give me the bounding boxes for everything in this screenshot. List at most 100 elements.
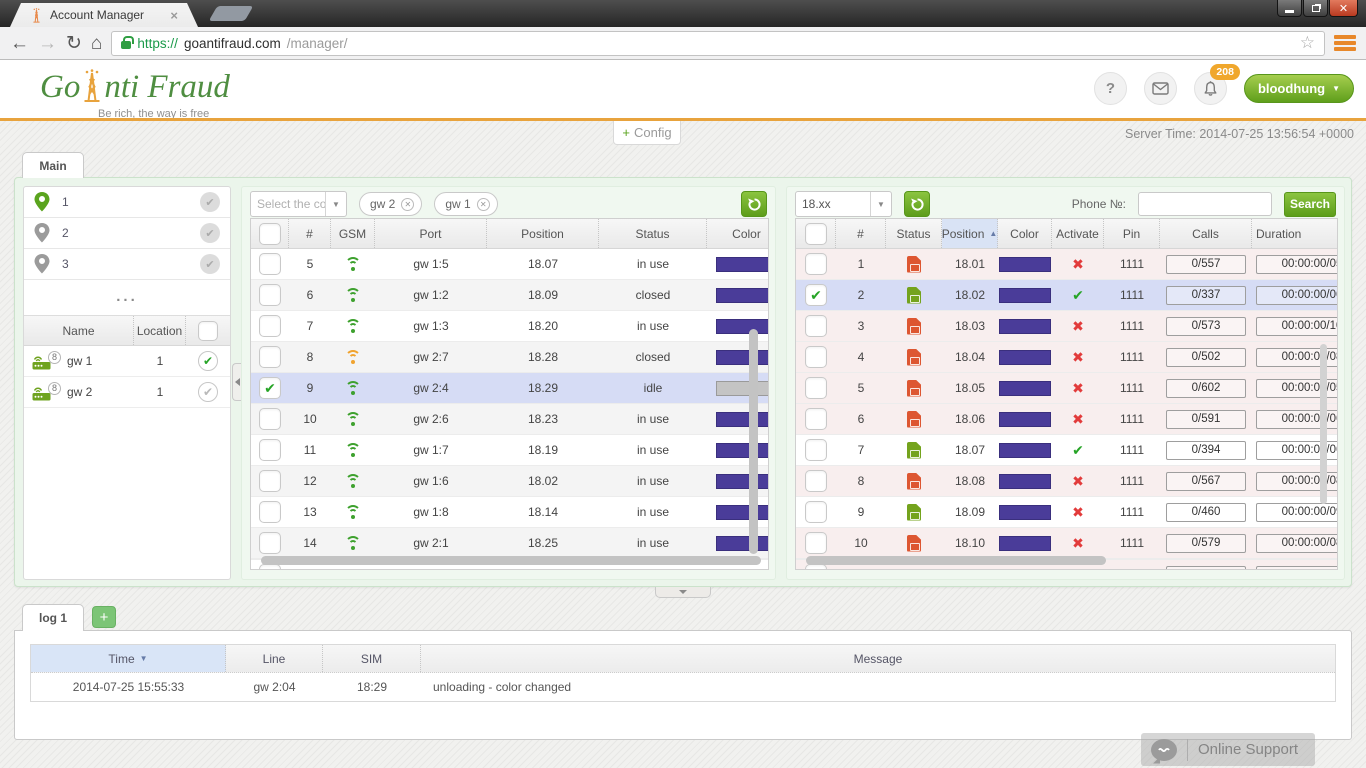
- line-row[interactable]: 11 gw 1:7 18.19 in use: [251, 435, 769, 466]
- reload-icon[interactable]: ↻: [66, 34, 82, 53]
- refresh-sims-button[interactable]: [904, 191, 930, 217]
- column-header-message[interactable]: Message: [421, 645, 1335, 672]
- column-header-activate[interactable]: Activate: [1052, 219, 1104, 248]
- row-checkbox[interactable]: [259, 501, 281, 523]
- vertical-scrollbar[interactable]: [1320, 344, 1327, 504]
- column-header-position-sorted[interactable]: Position: [942, 219, 998, 248]
- refresh-lines-button[interactable]: [741, 191, 767, 217]
- browser-menu-icon[interactable]: [1334, 35, 1356, 51]
- row-checkbox[interactable]: [805, 284, 827, 306]
- location-item[interactable]: 2 ✔: [24, 218, 230, 249]
- activate-icon[interactable]: [1072, 411, 1084, 428]
- row-checkbox[interactable]: [805, 253, 827, 275]
- vertical-scrollbar[interactable]: [749, 329, 758, 554]
- row-checkbox[interactable]: [805, 315, 827, 337]
- line-row[interactable]: 12 gw 1:6 18.02 in use: [251, 466, 769, 497]
- row-checkbox[interactable]: [805, 501, 827, 523]
- activate-icon[interactable]: [1072, 473, 1084, 490]
- back-icon[interactable]: ←: [10, 34, 29, 53]
- row-checkbox[interactable]: [805, 470, 827, 492]
- filter-chip-gw2[interactable]: gw 2 ✕: [359, 192, 422, 216]
- column-header-line[interactable]: Line: [226, 645, 323, 672]
- online-support-button[interactable]: Online Support: [1141, 733, 1315, 766]
- logo[interactable]: Go nti Fraud Be rich, the way is free: [40, 68, 230, 104]
- messages-button[interactable]: [1144, 72, 1177, 105]
- bookmark-star-icon[interactable]: ☆: [1300, 33, 1315, 53]
- window-restore-button[interactable]: [1303, 0, 1328, 17]
- column-header-number[interactable]: #: [289, 219, 331, 248]
- row-checkbox[interactable]: [259, 315, 281, 337]
- sim-row[interactable]: 7 18.07 1111 0/394 00:00:00/06:40: [796, 435, 1338, 466]
- chip-remove-icon[interactable]: ✕: [477, 198, 490, 211]
- sim-row[interactable]: 5 18.05 1111 0/602 00:00:00/05:48: [796, 373, 1338, 404]
- row-checkbox[interactable]: [805, 532, 827, 554]
- row-checkbox[interactable]: [259, 532, 281, 554]
- row-checkbox[interactable]: [805, 377, 827, 399]
- location-item[interactable]: 3 ✔: [24, 249, 230, 280]
- sim-row[interactable]: 3 18.03 1111 0/573 00:00:00/10:14: [796, 311, 1338, 342]
- row-checkbox[interactable]: [259, 346, 281, 368]
- select-all-checkbox[interactable]: [259, 223, 281, 245]
- column-header-calls[interactable]: Calls: [1160, 219, 1252, 248]
- sim-row[interactable]: 4 18.04 1111 0/502 00:00:00/08:31: [796, 342, 1338, 373]
- location-check-icon[interactable]: ✔: [200, 223, 220, 243]
- filter-chip-gw1[interactable]: gw 1 ✕: [434, 192, 497, 216]
- browser-tab[interactable]: Account Manager ×: [10, 3, 198, 27]
- gateway-row[interactable]: 8 gw 2 1 ✔: [24, 377, 230, 408]
- row-checkbox[interactable]: [259, 408, 281, 430]
- row-checkbox[interactable]: [259, 470, 281, 492]
- line-filter-select[interactable]: Select the co ▼: [250, 191, 347, 217]
- column-header-number[interactable]: #: [836, 219, 886, 248]
- select-all-checkbox[interactable]: [198, 321, 218, 341]
- position-filter-select[interactable]: 18.xx ▼: [795, 191, 892, 217]
- column-header-status[interactable]: Status: [599, 219, 707, 248]
- column-header-color[interactable]: Color: [707, 219, 769, 248]
- column-header-pin[interactable]: Pin: [1104, 219, 1160, 248]
- line-row[interactable]: 6 gw 1:2 18.09 closed: [251, 280, 769, 311]
- column-header-name[interactable]: Name: [24, 316, 134, 345]
- column-header-gsm[interactable]: GSM: [331, 219, 375, 248]
- more-locations-button[interactable]: ...: [24, 280, 230, 315]
- sim-row[interactable]: 2 18.02 1111 0/337 00:00:00/06:33: [796, 280, 1338, 311]
- column-header-sim[interactable]: SIM: [323, 645, 421, 672]
- line-row[interactable]: 14 gw 2:1 18.25 in use: [251, 528, 769, 559]
- notifications-button[interactable]: 208: [1194, 72, 1227, 105]
- location-check-icon[interactable]: ✔: [200, 192, 220, 212]
- location-check-icon[interactable]: ✔: [200, 254, 220, 274]
- sim-row[interactable]: 6 18.06 1111 0/591 00:00:00/06:38: [796, 404, 1338, 435]
- address-bar[interactable]: https://goantifraud.com/manager/ ☆: [111, 31, 1325, 56]
- select-all-checkbox[interactable]: [805, 223, 827, 245]
- column-header-time-sorted[interactable]: Time: [31, 645, 226, 672]
- activate-icon[interactable]: [1072, 256, 1084, 273]
- activate-icon[interactable]: [1072, 442, 1084, 459]
- row-checkbox[interactable]: [805, 408, 827, 430]
- user-menu-button[interactable]: bloodhung ▼: [1244, 74, 1354, 103]
- sim-row[interactable]: 8 18.08 1111 0/567 00:00:00/08:17: [796, 466, 1338, 497]
- chip-remove-icon[interactable]: ✕: [401, 198, 414, 211]
- row-checkbox[interactable]: [259, 439, 281, 461]
- location-item[interactable]: 1 ✔: [24, 187, 230, 218]
- sim-row[interactable]: 10 18.10 1111 0/579 00:00:00/08:39: [796, 528, 1338, 559]
- tab-main[interactable]: Main: [22, 152, 84, 178]
- activate-icon[interactable]: [1072, 504, 1084, 521]
- log-row[interactable]: 2014-07-25 15:55:33 gw 2:04 18:29 unload…: [31, 673, 1335, 701]
- row-checkbox[interactable]: [805, 346, 827, 368]
- activate-icon[interactable]: [1072, 349, 1084, 366]
- horizontal-scrollbar[interactable]: [806, 556, 1106, 565]
- line-row[interactable]: 10 gw 2:6 18.23 in use: [251, 404, 769, 435]
- add-log-tab-button[interactable]: +: [92, 606, 116, 628]
- line-row[interactable]: 8 gw 2:7 18.28 closed: [251, 342, 769, 373]
- new-tab-button[interactable]: [209, 6, 254, 21]
- help-button[interactable]: ?: [1094, 72, 1127, 105]
- window-minimize-button[interactable]: [1277, 0, 1302, 17]
- column-header-position[interactable]: Position: [487, 219, 599, 248]
- collapse-bottom-handle[interactable]: [655, 587, 711, 598]
- activate-icon[interactable]: [1072, 287, 1084, 304]
- collapse-left-handle[interactable]: [232, 363, 241, 401]
- column-header-status[interactable]: Status: [886, 219, 942, 248]
- activate-icon[interactable]: [1072, 535, 1084, 552]
- line-row[interactable]: 13 gw 1:8 18.14 in use: [251, 497, 769, 528]
- sim-row[interactable]: 9 18.09 1111 0/460 00:00:00/09:30: [796, 497, 1338, 528]
- horizontal-scrollbar[interactable]: [261, 556, 761, 565]
- column-header-duration[interactable]: Duration: [1252, 219, 1338, 248]
